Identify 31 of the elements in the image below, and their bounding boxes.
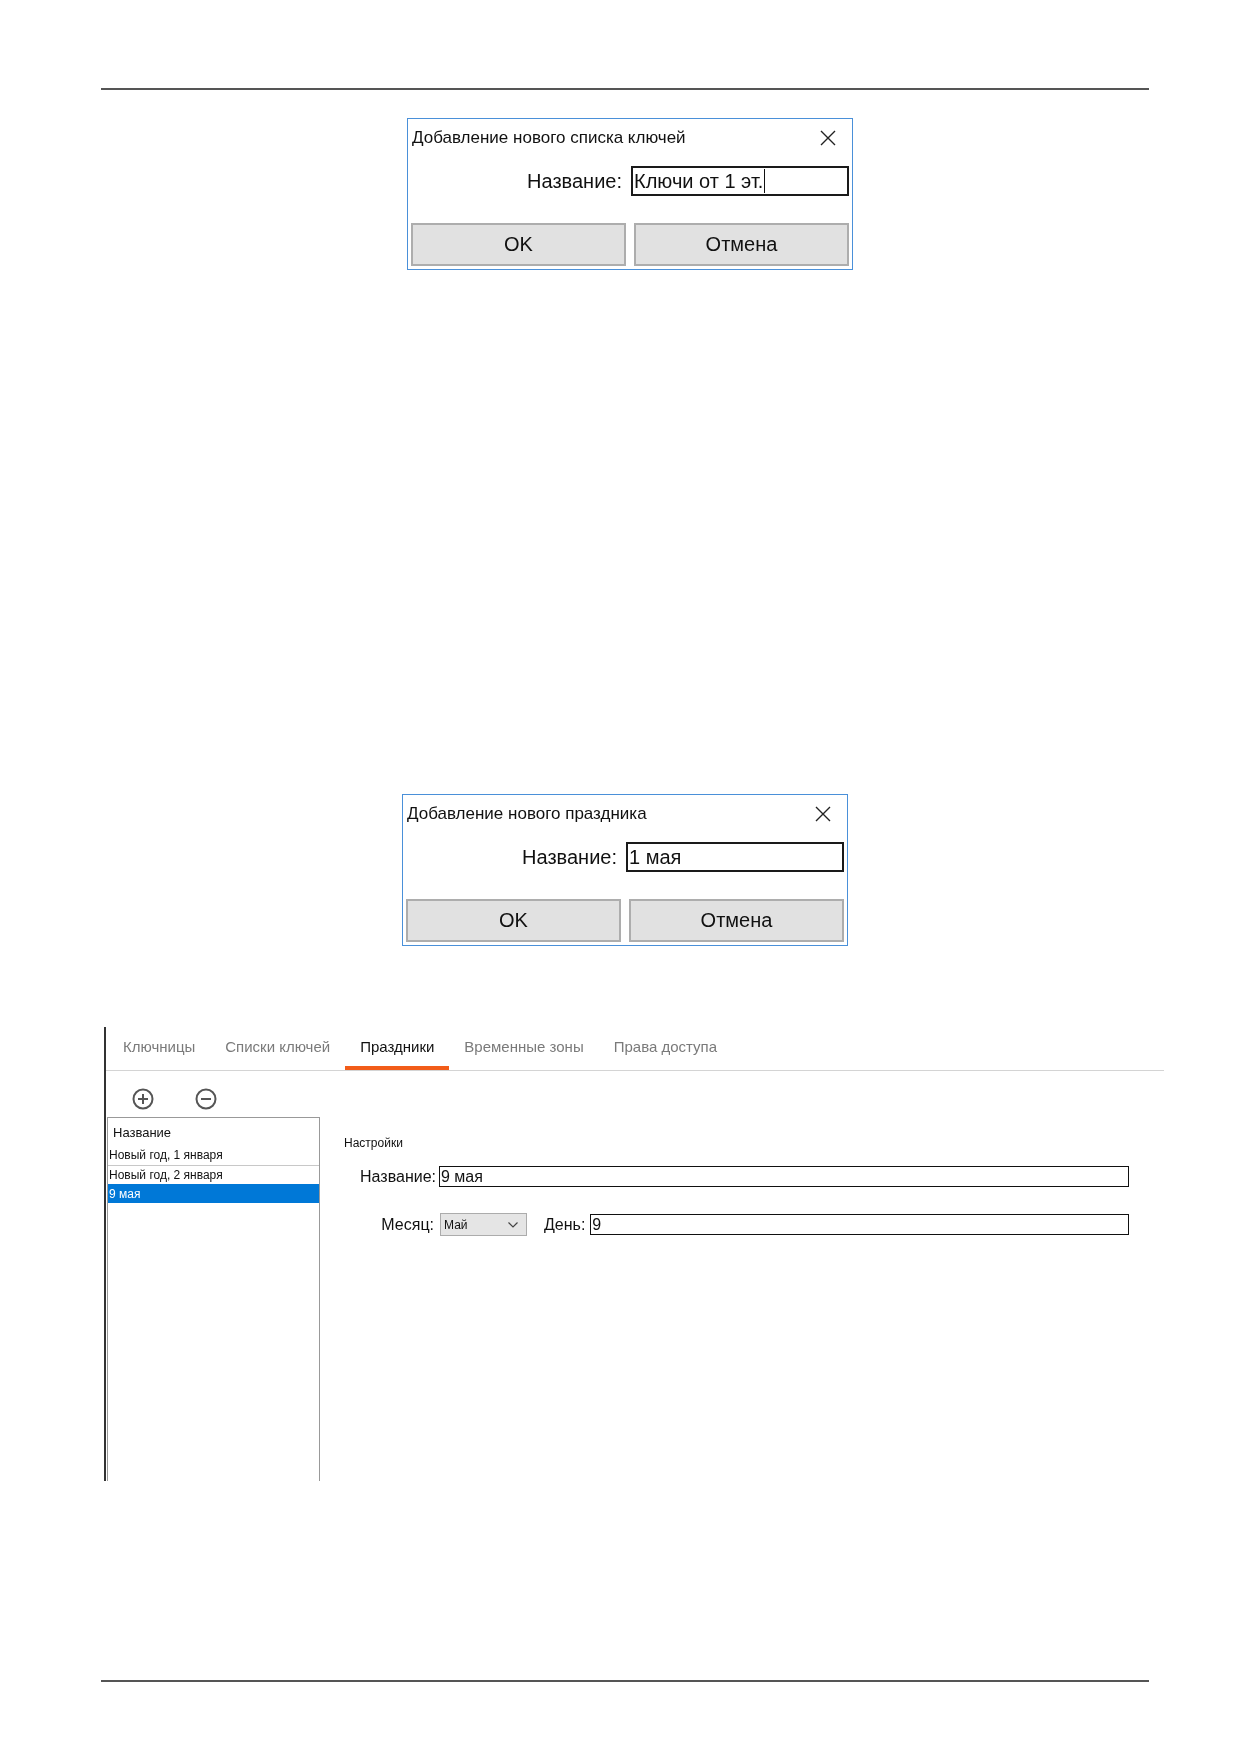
list-row[interactable]: Новый год, 1 января	[108, 1146, 319, 1165]
close-icon[interactable]	[815, 805, 831, 822]
name-field[interactable]: 1 мая	[626, 842, 844, 872]
field-label: День:	[544, 1215, 586, 1234]
field-label: Название:	[522, 845, 617, 869]
field-label: Название:	[527, 169, 622, 193]
field-label: Название:	[359, 1167, 436, 1186]
tab[interactable]: Временные зоны	[449, 1027, 599, 1070]
column-header: Название	[112, 1123, 173, 1142]
dialog-button[interactable]: OK	[411, 223, 626, 266]
tab[interactable]: Права доступа	[598, 1027, 733, 1070]
tab[interactable]: Праздники	[345, 1027, 450, 1070]
day-field[interactable]: 9	[590, 1214, 1129, 1235]
list-row[interactable]: 9 мая	[108, 1184, 319, 1203]
dialog-button[interactable]: OK	[406, 899, 621, 942]
name-field[interactable]: 9 мая	[439, 1166, 1129, 1187]
text-cursor-icon	[764, 169, 766, 193]
dialog-button[interactable]: Отмена	[629, 899, 844, 942]
chevron-down-icon	[508, 1221, 518, 1228]
month-dropdown[interactable]: Май	[440, 1213, 527, 1236]
close-icon[interactable]	[820, 129, 836, 146]
tab[interactable]: Списки ключей	[210, 1027, 346, 1070]
dialog-button[interactable]: Отмена	[634, 223, 849, 266]
tab[interactable]: Ключницы	[108, 1027, 211, 1070]
plus-circle-icon[interactable]	[132, 1088, 154, 1110]
dialog-title: Добавление нового списка ключей	[412, 127, 686, 148]
field-label: Месяц:	[380, 1215, 435, 1234]
name-field[interactable]: Ключи от 1 эт.	[631, 166, 849, 196]
minus-circle-icon[interactable]	[195, 1088, 217, 1110]
dialog-title: Добавление нового праздника	[407, 803, 647, 824]
section-title: Настройки	[344, 1135, 404, 1151]
